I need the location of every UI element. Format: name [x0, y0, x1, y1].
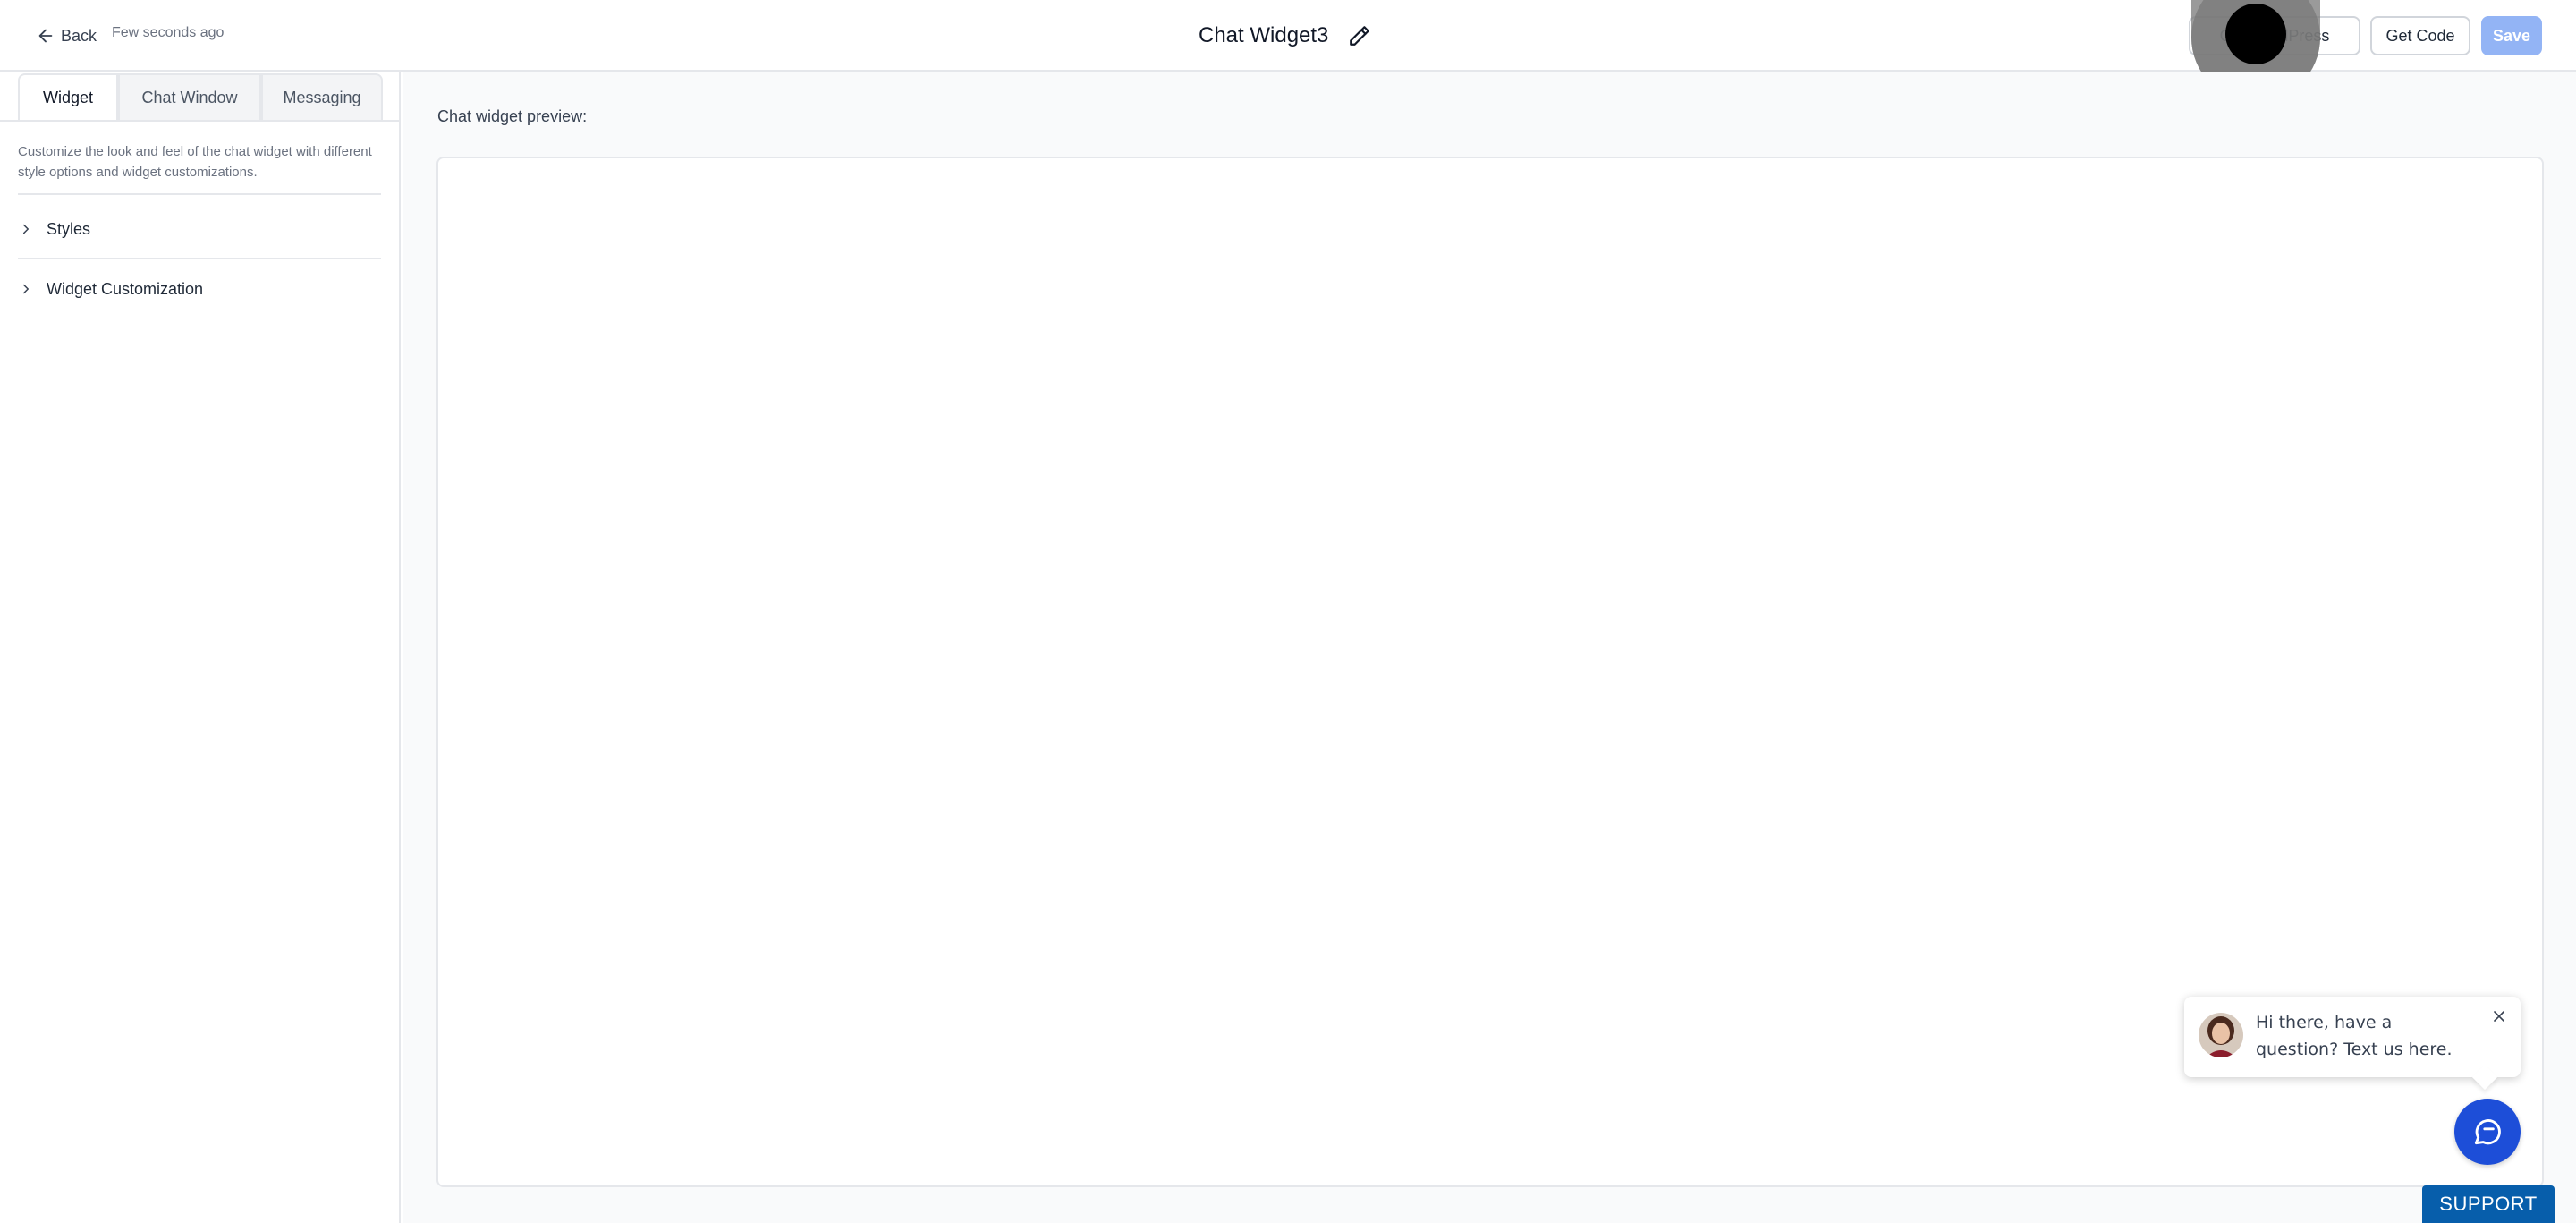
support-tab[interactable]: SUPPORT: [2422, 1185, 2555, 1223]
close-icon[interactable]: [2490, 1007, 2508, 1025]
widget-description: Customize the look and feel of the chat …: [18, 144, 372, 180]
greeting-text: Hi there, have a question? Text us here.: [2256, 1013, 2453, 1059]
settings-sidebar: Widget Chat Window Messaging Customize t…: [0, 72, 401, 1223]
saved-status: Few seconds ago: [112, 25, 225, 40]
chat-launcher-button[interactable]: [2454, 1099, 2521, 1165]
greeting-bubble[interactable]: Hi there, have a question? Text us here.: [2184, 997, 2521, 1077]
divider: [18, 258, 381, 259]
tabs-divider: [0, 120, 399, 122]
top-header: Back Few seconds ago Chat Widget3 Get Wo…: [0, 0, 2576, 102]
page-title: Chat Widget3: [1199, 23, 1329, 47]
settings-tabs: Widget Chat Window Messaging: [18, 73, 383, 120]
arrow-left-icon: [38, 29, 53, 43]
chat-bubble-icon: [2474, 1119, 2501, 1145]
accordion-widget-customization[interactable]: Widget Customization: [18, 270, 381, 308]
cursor-pointer: [2225, 4, 2286, 64]
title-group: Chat Widget3: [1199, 18, 1371, 54]
chevron-right-icon: [23, 284, 29, 294]
back-button[interactable]: Back: [36, 21, 97, 50]
get-code-button[interactable]: Get Code: [2370, 16, 2470, 55]
save-button[interactable]: Save: [2481, 16, 2542, 55]
tab-messaging[interactable]: Messaging: [261, 73, 383, 120]
tab-widget[interactable]: Widget: [18, 73, 118, 120]
preview-label: Chat widget preview:: [437, 107, 588, 125]
divider: [18, 193, 381, 195]
pencil-icon[interactable]: [1348, 24, 1371, 47]
accordion-label: Styles: [47, 219, 91, 238]
accordion-styles[interactable]: Styles: [18, 210, 381, 248]
accordion-label: Widget Customization: [47, 279, 204, 298]
tab-chat-window[interactable]: Chat Window: [118, 73, 261, 120]
chevron-right-icon: [23, 224, 29, 234]
back-label: Back: [61, 26, 97, 45]
avatar: [2199, 1013, 2243, 1057]
